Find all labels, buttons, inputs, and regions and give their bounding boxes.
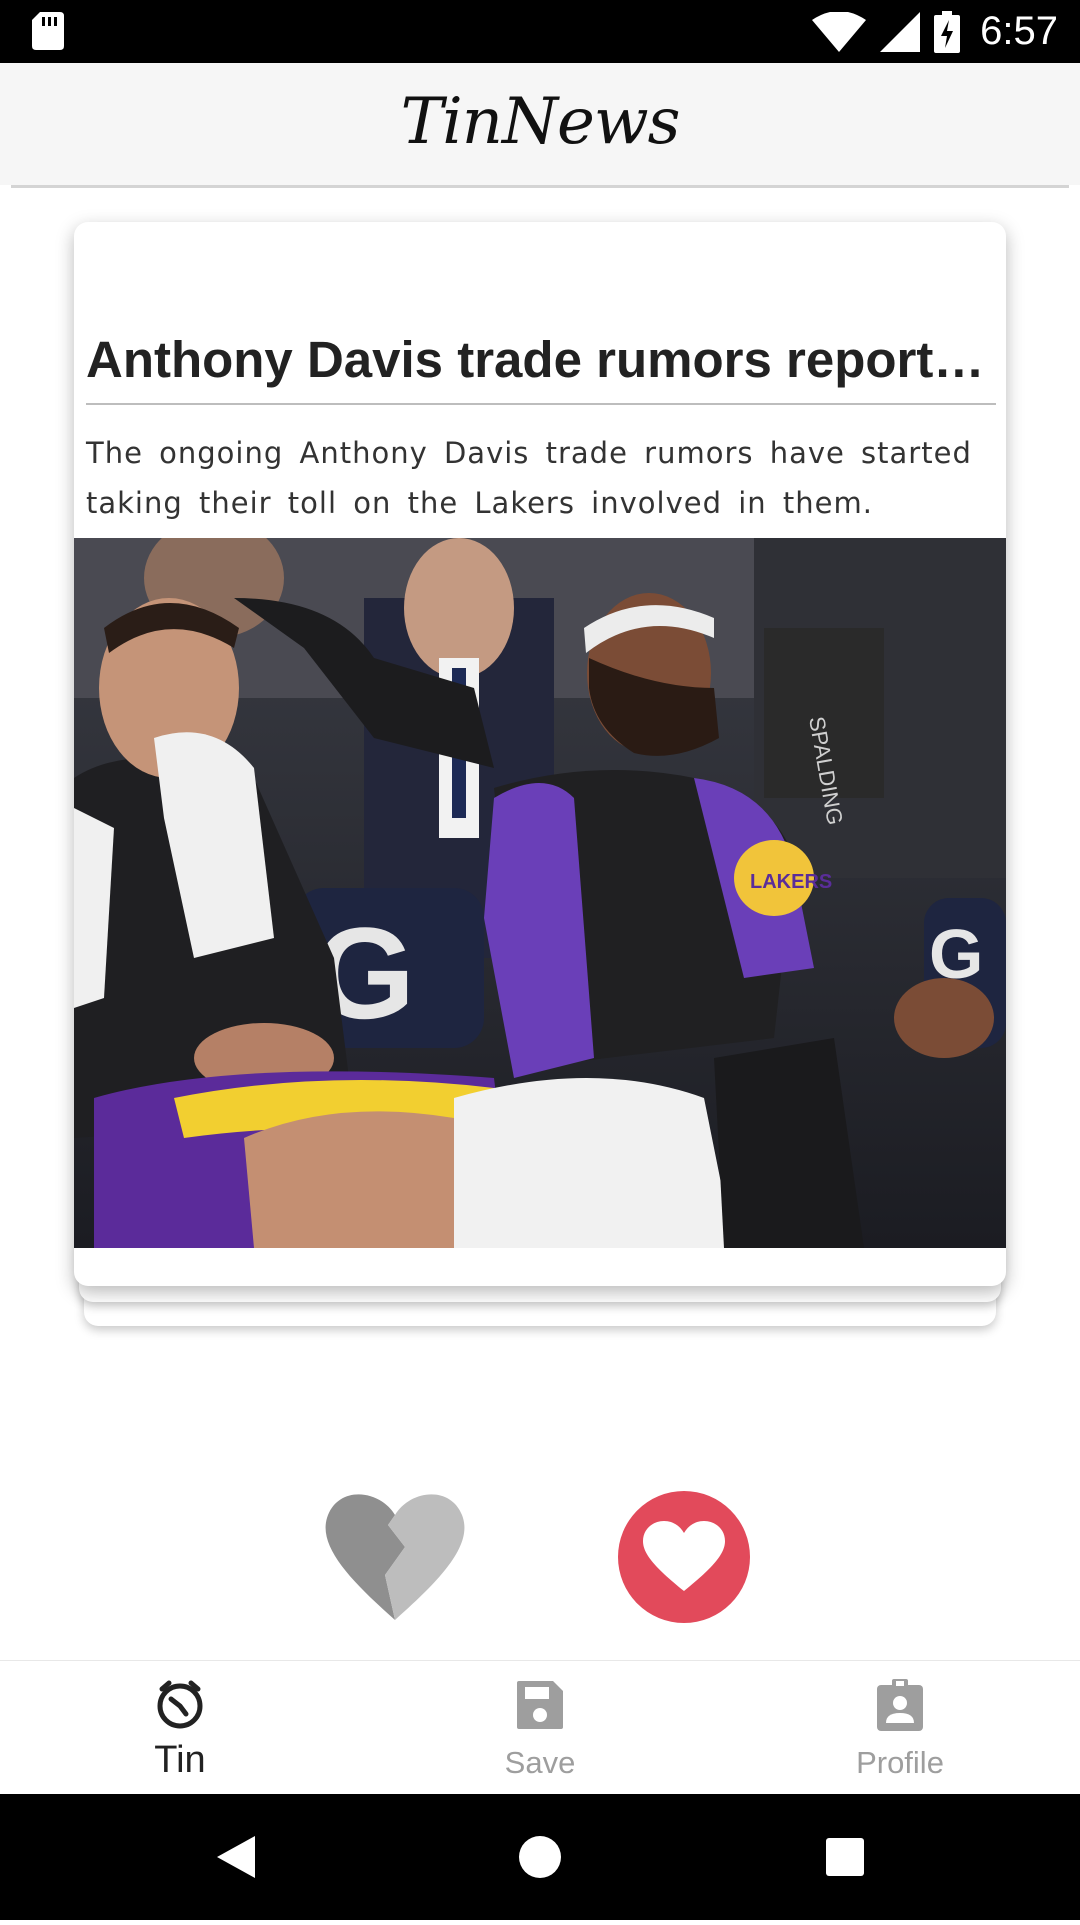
nav-label-tin: Tin [154, 1739, 206, 1781]
svg-text:LAKERS: LAKERS [750, 871, 832, 893]
signal-icon [880, 11, 921, 52]
app-header: TinNews [0, 63, 1080, 185]
nav-label-profile: Profile [856, 1745, 944, 1780]
header-divider [11, 185, 1069, 188]
nav-item-save[interactable]: Save [360, 1661, 720, 1795]
status-bar: 6:57 [0, 0, 1080, 63]
like-button[interactable] [618, 1491, 750, 1623]
sd-card-icon [32, 12, 64, 50]
nav-label-save: Save [504, 1745, 576, 1780]
wifi-icon [812, 11, 867, 52]
broken-heart-icon [325, 1494, 465, 1620]
nav-item-tin[interactable]: Tin [0, 1661, 360, 1795]
card-divider [86, 403, 996, 405]
bottom-navigation: Tin Save Profile [0, 1660, 1080, 1795]
app-title: TinNews [400, 85, 681, 159]
heart-icon [643, 1521, 725, 1591]
card-description: The ongoing Anthony Davis trade rumors h… [86, 436, 972, 520]
dislike-button[interactable] [320, 1485, 470, 1625]
status-time: 6:57 [980, 9, 1058, 53]
battery-charging-icon [934, 10, 961, 53]
profile-icon [877, 1679, 923, 1731]
news-image: SPALDING G G LAKERS [74, 538, 1006, 1248]
home-button[interactable] [480, 1794, 600, 1920]
back-icon [217, 1836, 255, 1878]
recents-icon [826, 1838, 864, 1876]
tin-icon [157, 1680, 203, 1729]
card-title: Anthony Davis trade rumors reported to b… [86, 331, 990, 388]
system-navigation-bar [0, 1794, 1080, 1920]
save-icon [517, 1681, 563, 1729]
recents-button[interactable] [785, 1794, 905, 1920]
news-card[interactable]: Anthony Davis trade rumors reported to b… [74, 222, 1006, 1286]
nav-item-profile[interactable]: Profile [720, 1661, 1080, 1795]
home-icon [519, 1836, 561, 1878]
back-button[interactable] [175, 1794, 295, 1920]
